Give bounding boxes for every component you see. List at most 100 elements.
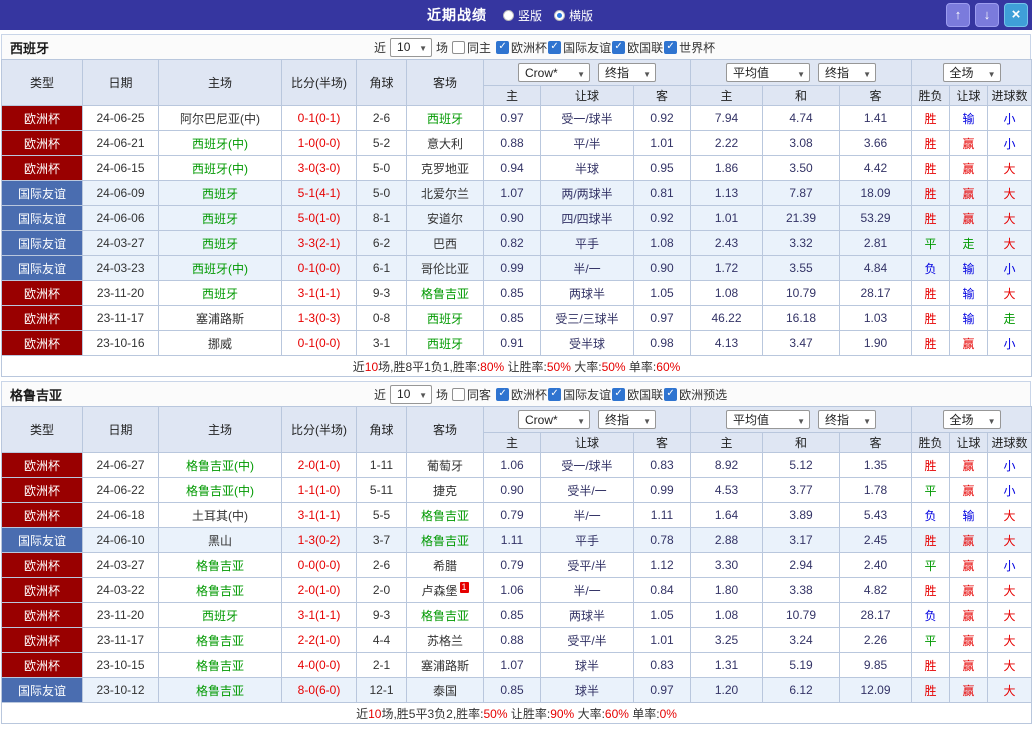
score-cell: 3-1(1-1) <box>282 503 357 528</box>
summary-segment: 50% <box>484 707 508 721</box>
col-header-avg-away: 客 <box>840 86 912 106</box>
col-header-handicap: 让球 <box>541 433 634 453</box>
close-button[interactable]: × <box>1004 3 1028 27</box>
league-checkbox[interactable]: 欧洲杯 <box>496 386 547 403</box>
avg-home-odds-cell: 2.88 <box>691 528 763 553</box>
avg-away-odds-cell: 2.26 <box>840 628 912 653</box>
final-odds-select[interactable]: 终指 <box>818 63 876 82</box>
result-goals-cell: 小 <box>988 256 1032 281</box>
result-handicap-cell: 输 <box>950 306 988 331</box>
league-filter-group: 欧洲杯国际友谊欧国联世界杯 <box>496 38 716 56</box>
away-team-cell: 格鲁吉亚 <box>407 528 484 553</box>
handicap-home-odds-cell: 0.82 <box>484 231 541 256</box>
scroll-down-button[interactable]: ↓ <box>975 3 999 27</box>
select-value: 10 <box>397 387 410 401</box>
league-checkbox[interactable]: 欧洲预选 <box>664 386 727 403</box>
fulltime-select[interactable]: 全场 <box>943 410 1001 429</box>
result-wdl-cell: 胜 <box>912 206 950 231</box>
avg-draw-odds-cell: 3.24 <box>763 628 840 653</box>
average-select[interactable]: 平均值 <box>726 63 810 82</box>
league-checkbox[interactable]: 欧国联 <box>612 39 663 56</box>
match-count-select[interactable]: 10 <box>390 385 432 404</box>
away-team-name: 塞浦路斯 <box>421 659 469 673</box>
select-value: 全场 <box>950 411 974 428</box>
select-value: 终指 <box>605 411 629 428</box>
score-cell: 0-1(0-0) <box>282 256 357 281</box>
result-handicap-cell: 赢 <box>950 678 988 703</box>
result-handicap-cell: 赢 <box>950 628 988 653</box>
avg-away-odds-cell: 1.90 <box>840 331 912 356</box>
avg-away-odds-cell: 3.66 <box>840 131 912 156</box>
league-checkbox[interactable]: 国际友谊 <box>548 39 611 56</box>
home-team-name: 黑山 <box>208 534 232 548</box>
handicap-line-cell: 半/一 <box>541 503 634 528</box>
corner-cell: 5-5 <box>357 503 407 528</box>
away-team-cell: 葡萄牙 <box>407 453 484 478</box>
final-odds-select[interactable]: 终指 <box>598 63 656 82</box>
league-checkbox[interactable]: 国际友谊 <box>548 386 611 403</box>
league-cell: 国际友谊 <box>2 181 83 206</box>
layout-radio[interactable]: 竖版 <box>503 7 542 24</box>
bookmaker-select[interactable]: Crow* <box>518 63 590 82</box>
scroll-up-button[interactable]: ↑ <box>946 3 970 27</box>
result-wdl-cell: 胜 <box>912 281 950 306</box>
corner-cell: 2-6 <box>357 106 407 131</box>
handicap-away-odds-cell: 1.08 <box>634 231 691 256</box>
col-header-avg-draw: 和 <box>763 86 840 106</box>
avg-away-odds-cell: 4.82 <box>840 578 912 603</box>
select-value: Crow* <box>525 66 558 80</box>
date-cell: 24-03-22 <box>83 578 159 603</box>
league-checkbox[interactable]: 欧国联 <box>612 386 663 403</box>
match-count-select[interactable]: 10 <box>390 38 432 57</box>
spain-results-table: 类型 日期 主场 比分(半场) 角球 客场 Crow*终指 平均值终指 全场 主… <box>1 59 1032 377</box>
home-team-name: 西班牙 <box>202 212 238 226</box>
handicap-away-odds-cell: 1.12 <box>634 553 691 578</box>
result-goals-cell: 大 <box>988 578 1032 603</box>
col-header-avg-away: 客 <box>840 433 912 453</box>
handicap-home-odds-cell: 0.91 <box>484 331 541 356</box>
avg-draw-odds-cell: 5.12 <box>763 453 840 478</box>
fulltime-select[interactable]: 全场 <box>943 63 1001 82</box>
avg-away-odds-cell: 2.40 <box>840 553 912 578</box>
score-cell: 0-1(0-1) <box>282 106 357 131</box>
home-team-name: 西班牙 <box>202 237 238 251</box>
team-name: 格鲁吉亚 <box>10 385 62 404</box>
league-checkbox[interactable]: 世界杯 <box>664 39 715 56</box>
final-odds-select[interactable]: 终指 <box>598 410 656 429</box>
result-goals-cell: 大 <box>988 603 1032 628</box>
league-cell: 国际友谊 <box>2 678 83 703</box>
final-odds-select[interactable]: 终指 <box>818 410 876 429</box>
same-venue-checkbox[interactable]: 同主 <box>452 39 491 56</box>
summary-segment: 80% <box>480 360 504 374</box>
avg-draw-odds-cell: 10.79 <box>763 281 840 306</box>
summary-segment: 近 <box>356 707 368 721</box>
checkbox-checked-icon <box>664 388 677 401</box>
date-cell: 24-06-25 <box>83 106 159 131</box>
result-wdl-cell: 胜 <box>912 331 950 356</box>
result-wdl-cell: 胜 <box>912 181 950 206</box>
col-header-score: 比分(半场) <box>282 407 357 453</box>
select-value: 平均值 <box>733 411 769 428</box>
same-venue-checkbox[interactable]: 同客 <box>452 386 491 403</box>
score-cell: 0-0(0-0) <box>282 553 357 578</box>
away-team-name: 西班牙 <box>427 312 463 326</box>
score-cell: 1-3(0-3) <box>282 306 357 331</box>
handicap-line-cell: 受半球 <box>541 331 634 356</box>
league-checkbox[interactable]: 欧洲杯 <box>496 39 547 56</box>
home-team-cell: 土耳其(中) <box>159 503 282 528</box>
average-select[interactable]: 平均值 <box>726 410 810 429</box>
score-cell: 0-1(0-0) <box>282 331 357 356</box>
checkbox-label: 同主 <box>467 39 491 56</box>
bookmaker-select[interactable]: Crow* <box>518 410 590 429</box>
avg-draw-odds-cell: 3.50 <box>763 156 840 181</box>
col-header-handicap: 让球 <box>541 86 634 106</box>
league-cell: 欧洲杯 <box>2 331 83 356</box>
avg-home-odds-cell: 2.43 <box>691 231 763 256</box>
checkbox-label: 欧国联 <box>627 386 663 403</box>
home-team-name: 格鲁吉亚 <box>196 684 244 698</box>
handicap-away-odds-cell: 0.98 <box>634 331 691 356</box>
result-goals-cell: 小 <box>988 331 1032 356</box>
avg-away-odds-cell: 1.03 <box>840 306 912 331</box>
layout-radio[interactable]: 横版 <box>554 7 593 24</box>
col-header-type: 类型 <box>2 60 83 106</box>
